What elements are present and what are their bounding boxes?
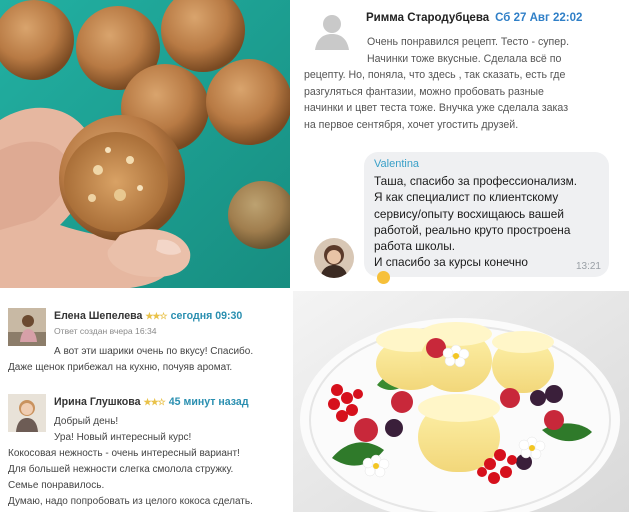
review-line: рецепту. Но, поняла, что здесь , так ска… — [304, 69, 566, 81]
review-line: на первое сентября, хочет угостить друзе… — [304, 118, 519, 131]
reply-line: работой, реально круто простроена — [374, 222, 571, 237]
horizontal-divider — [0, 288, 629, 291]
comment-body: А вот эти шарики очень по вкусу! Спасибо… — [8, 344, 254, 376]
smile-emoji-icon — [377, 270, 390, 284]
comment-author[interactable]: Елена Шепелева — [54, 310, 142, 322]
comment-line: Даже щенок прибежал на кухню, почуяв аро… — [8, 362, 233, 373]
review-card: Римма Стародубцева Сб 27 Авг 22:02 Очень … — [292, 0, 629, 290]
comment-line: Ура! Новый интересный курс! — [54, 432, 192, 443]
review-date: Сб 27 Авг 22:02 — [495, 12, 583, 24]
review-header: Римма Стародубцева Сб 27 Авг 22:02 — [366, 12, 582, 24]
comment-header: Ирина Глушкова ★★☆ 45 минут назад — [54, 396, 249, 408]
comment-line: Кокосовая нежность - очень интересный ва… — [8, 448, 240, 459]
comment-time[interactable]: 45 минут назад — [169, 396, 249, 408]
review-line: начинки и цвет теста тоже. Внучка уже сд… — [304, 102, 569, 114]
comment-line: А вот эти шарики очень по вкусу! Спасибо… — [54, 346, 254, 357]
comment-body: Добрый день! Ура! Новый интересный курс!… — [8, 414, 253, 510]
reply-line: сервису/опыту восхищаюсь вашей — [374, 206, 564, 221]
comment-author[interactable]: Ирина Глушкова — [54, 396, 141, 408]
comments-panel: Елена Шепелева ★★☆ сегодня 09:30 Ответ соз… — [0, 290, 292, 512]
review-author[interactable]: Римма Стародубцева — [366, 12, 489, 24]
dessert-plate-photo — [292, 290, 629, 512]
vertical-divider — [290, 0, 293, 512]
user-placeholder-icon — [312, 10, 352, 50]
comment-avatar — [8, 394, 46, 432]
reply-line: Таша, спасибо за профессионализм. — [374, 174, 578, 188]
review-text: Очень понравился рецепт. Тесто - супер. … — [304, 34, 622, 133]
comment-line: Для большей нежности слегка смолола стру… — [8, 464, 234, 475]
review-line: Начинки тоже вкусные. Сделала всё по — [367, 52, 562, 65]
reply-author-avatar — [314, 238, 354, 278]
comment-line: Добрый день! — [54, 416, 119, 427]
reply-bubble: Valentina Таша, спасибо за профессионали… — [364, 152, 609, 284]
reply-last-line: И спасибо за курсы конечно — [374, 254, 599, 284]
comment-subtitle: Ответ создан вчера 16:34 — [54, 326, 157, 336]
dessert-plate-illustration — [292, 290, 629, 512]
reply-time: 13:21 — [575, 261, 601, 272]
reply-line: Я как специалист по клиентскому — [374, 190, 559, 205]
rating-stars-icon: ★★☆ — [143, 397, 166, 407]
review-line: разгуляться фантазии, можно пробовать ра… — [304, 85, 544, 98]
comment-time[interactable]: сегодня 09:30 — [171, 310, 243, 322]
reply-line: работа школы. — [374, 239, 455, 254]
reply-author[interactable]: Valentina — [374, 158, 599, 170]
truffle-balls-photo — [0, 0, 292, 290]
comment-line: Семье понравилось. — [8, 480, 105, 491]
comment-header: Елена Шепелева ★★☆ сегодня 09:30 — [54, 310, 242, 322]
comment-line: Думаю, надо попробовать из целого кокоса… — [8, 496, 253, 507]
truffle-balls-illustration — [0, 0, 292, 290]
comment-avatar — [8, 308, 46, 346]
review-line: Очень понравился рецепт. Тесто - супер. — [367, 36, 570, 48]
rating-stars-icon: ★★☆ — [145, 311, 167, 321]
reply-text: Таша, спасибо за профессионализм. Я как … — [374, 173, 599, 284]
reply-line: И спасибо за курсы конечно — [374, 255, 528, 270]
